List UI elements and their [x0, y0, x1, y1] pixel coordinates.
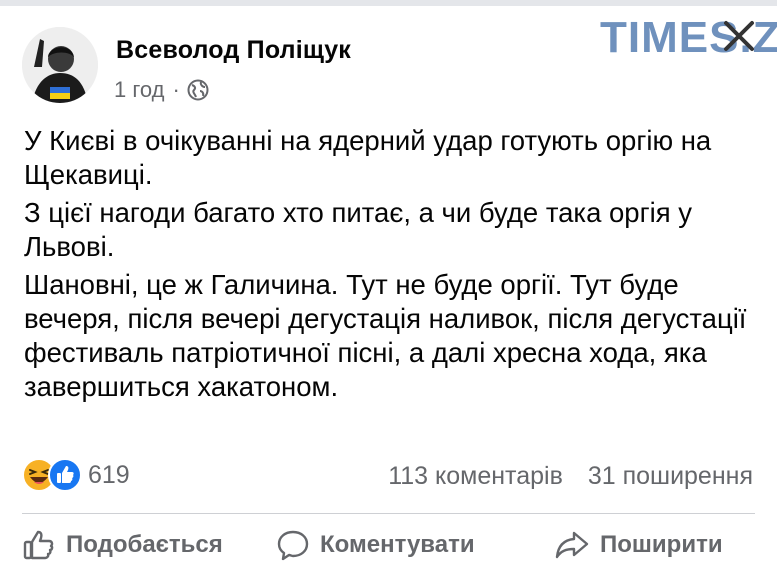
- meta-separator: ·: [172, 77, 180, 102]
- action-bar: Подобається Коментувати Поширити: [0, 528, 777, 572]
- avatar-image: [22, 27, 98, 103]
- reactions-summary[interactable]: 619: [22, 458, 130, 492]
- watermark-cross-icon: [724, 21, 754, 51]
- watermark: TIMES.ZT: [600, 13, 777, 62]
- post-body: У Києві в очікуванні на ядерний удар гот…: [24, 124, 764, 408]
- like-button[interactable]: Подобається: [22, 528, 223, 562]
- post-paragraph: У Києві в очікуванні на ядерний удар гот…: [24, 125, 712, 190]
- share-label: Поширити: [600, 531, 723, 558]
- like-label: Подобається: [66, 531, 223, 558]
- engagement-stats: 113 коментарів 31 поширення: [388, 462, 753, 491]
- post-paragraph: Шановні, це ж Галичина. Тут не буде оргі…: [24, 269, 747, 402]
- comment-icon: [277, 530, 309, 561]
- divider: [22, 513, 755, 514]
- like-icon: [48, 458, 82, 492]
- post-paragraph: З цієї нагоди багато хто питає, а чи буд…: [24, 197, 693, 262]
- avatar[interactable]: [22, 27, 98, 103]
- comment-label: Коментувати: [320, 531, 475, 558]
- share-icon: [555, 531, 589, 559]
- shares-count[interactable]: 31 поширення: [588, 462, 753, 490]
- thumbs-up-icon: [23, 530, 54, 560]
- post-time[interactable]: 1 год: [114, 77, 164, 103]
- globe-icon[interactable]: [187, 79, 209, 101]
- author-name[interactable]: Всеволод Поліщук: [116, 36, 351, 65]
- comments-count[interactable]: 113 коментарів: [388, 462, 563, 490]
- reaction-count: 619: [88, 460, 130, 489]
- post-meta: 1 год ·: [114, 77, 209, 103]
- share-button[interactable]: Поширити: [554, 528, 723, 562]
- comment-button[interactable]: Коментувати: [276, 528, 475, 562]
- top-strip: [0, 0, 777, 6]
